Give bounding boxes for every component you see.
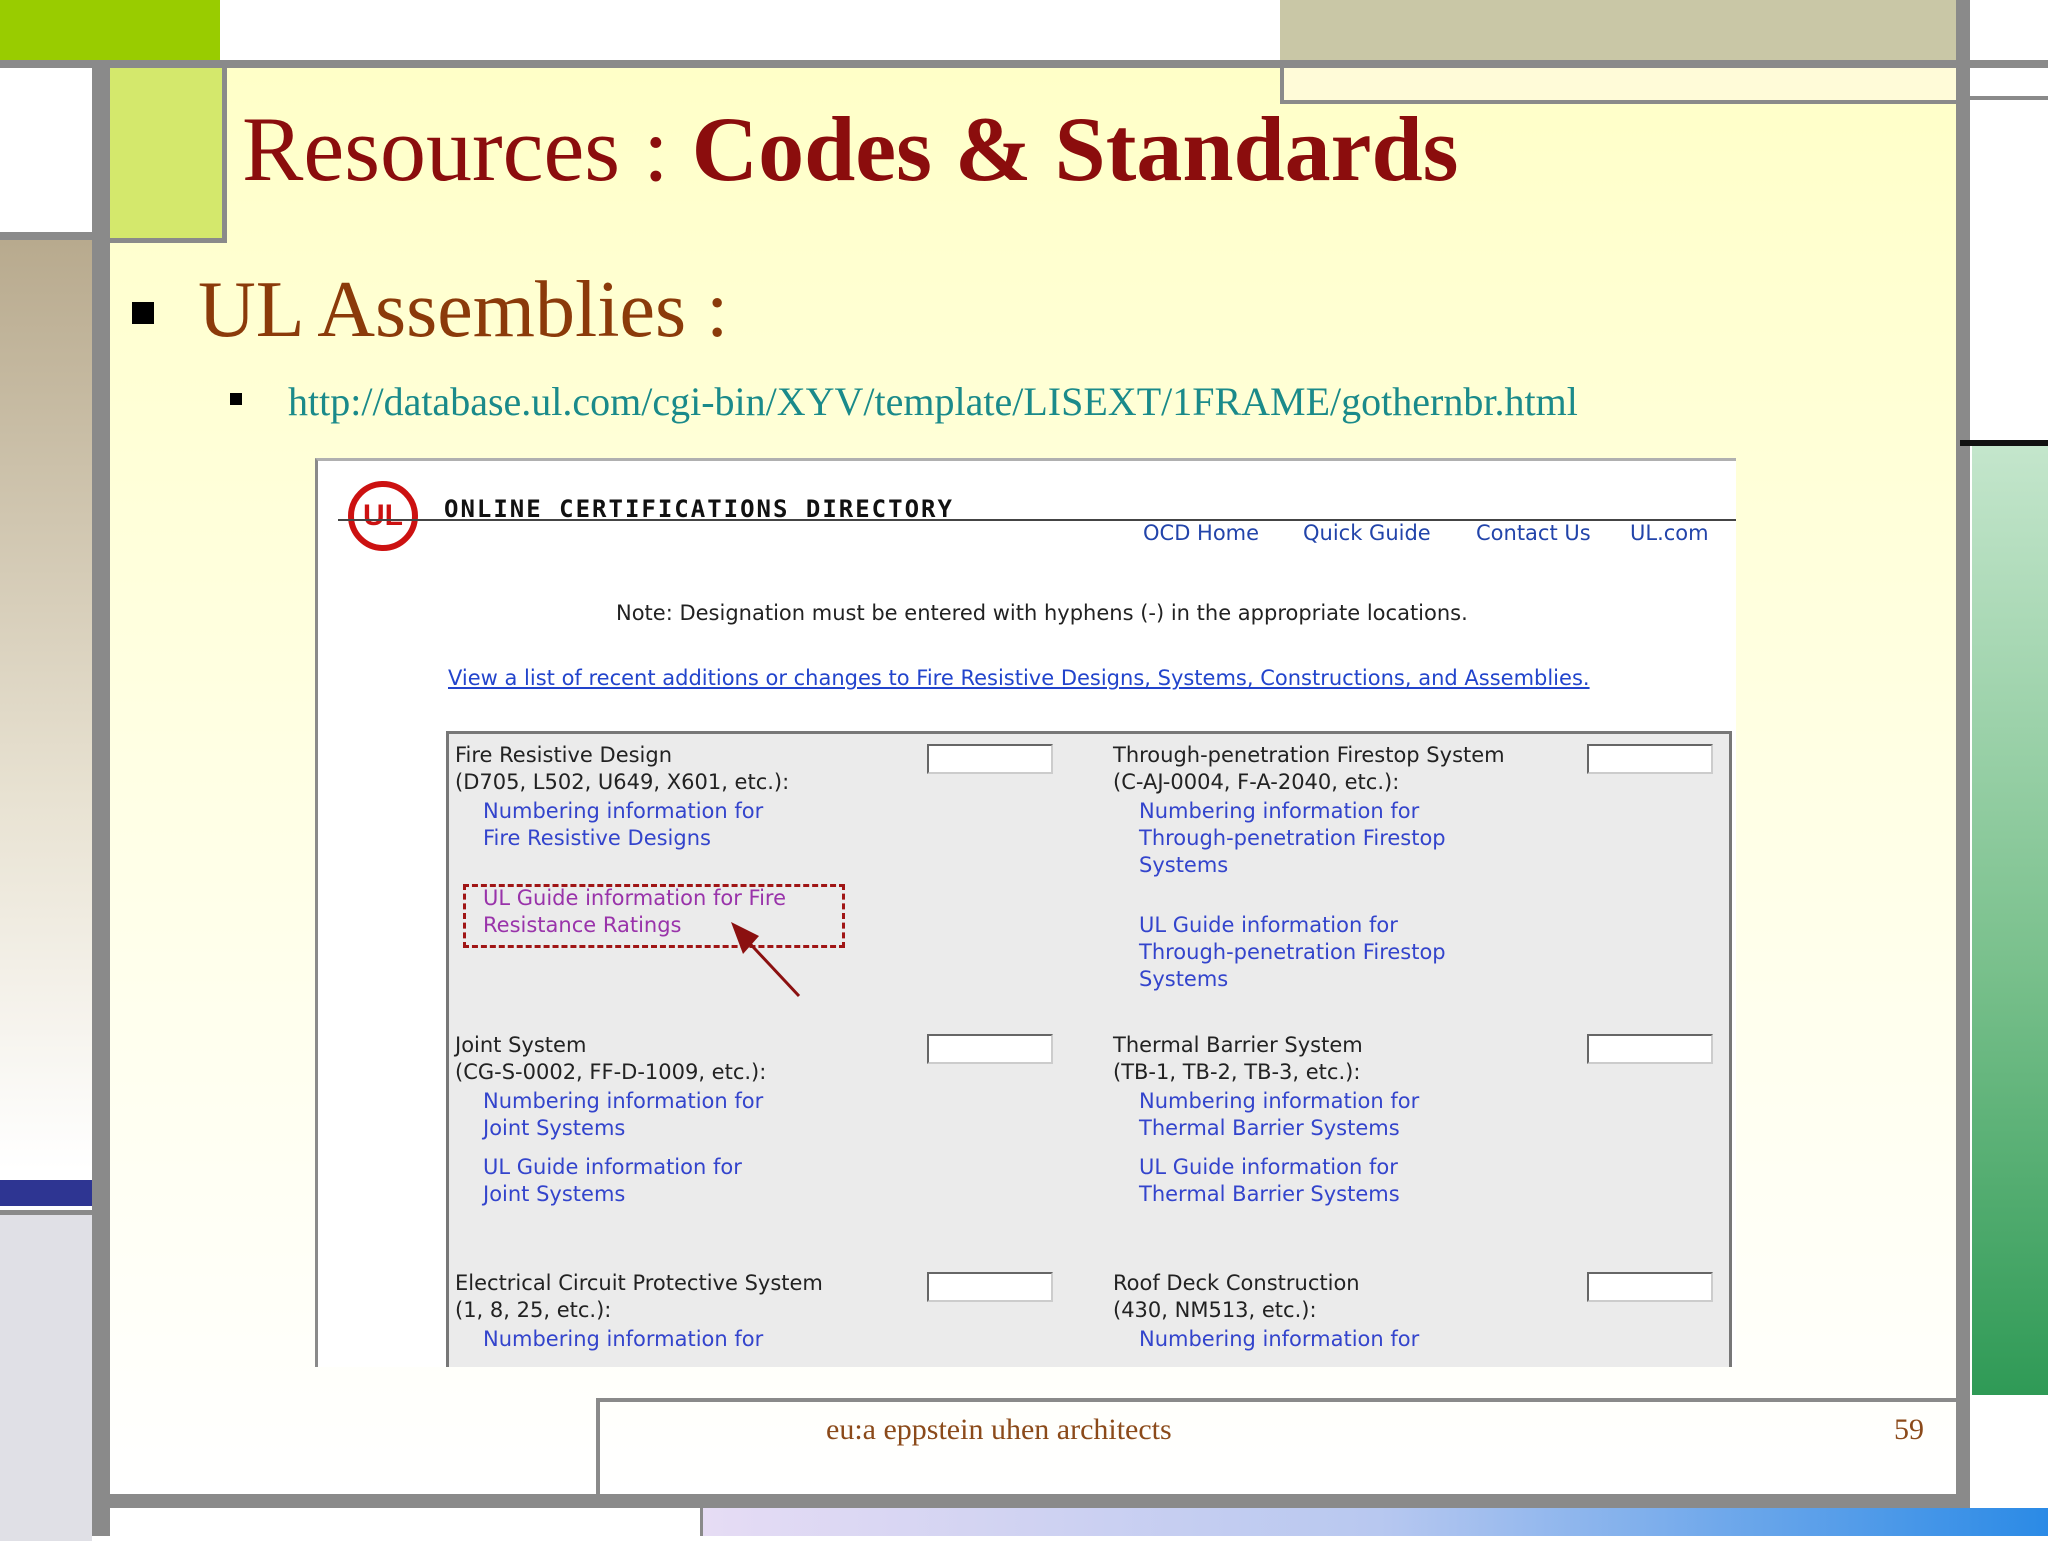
tb-guide-link[interactable]: UL Guide information for [1139, 1154, 1398, 1181]
roof-deck-input[interactable] [1587, 1272, 1713, 1302]
fire-resistive-examples: (D705, L502, U649, X601, etc.): [455, 770, 790, 794]
thermal-barrier-examples: (TB-1, TB-2, TB-3, etc.): [1113, 1060, 1361, 1084]
decor-left-rule [92, 66, 110, 1536]
tb-numbering-link[interactable]: Numbering information for [1139, 1088, 1419, 1115]
decor-tan-block [1280, 0, 1958, 66]
roof-deck-examples: (430, NM513, etc.): [1113, 1298, 1317, 1322]
joint-system-label: Joint System [455, 1033, 587, 1057]
decor-green-block [0, 0, 220, 66]
tp-numbering-link[interactable]: Numbering information for [1139, 798, 1419, 825]
ul-database-url[interactable]: http://database.ul.com/cgi-bin/XYV/templ… [288, 378, 1578, 425]
fire-resistive-input[interactable] [927, 744, 1053, 774]
through-penetration-label: Through-penetration Firestop System [1113, 743, 1505, 767]
thermal-barrier-label: Thermal Barrier System [1113, 1033, 1363, 1057]
designation-note: Note: Designation must be entered with h… [616, 601, 1468, 625]
electrical-circuit-label: Electrical Circuit Protective System [455, 1271, 823, 1295]
tp-guide-link-3[interactable]: Systems [1139, 966, 1228, 993]
fire-guide-link[interactable]: UL Guide information for Fire [483, 885, 786, 912]
joint-guide-link-2[interactable]: Joint Systems [483, 1181, 625, 1208]
electrical-circuit-examples: (1, 8, 25, etc.): [455, 1298, 612, 1322]
bullet-square-icon [132, 302, 154, 324]
joint-numbering-link[interactable]: Numbering information for [483, 1088, 763, 1115]
nav-ocd-home[interactable]: OCD Home [1143, 521, 1259, 545]
decor-bottom-gradient [700, 1508, 2048, 1536]
ul-logo: UL [348, 481, 418, 551]
search-panel: Fire Resistive Design (D705, L502, U649,… [446, 731, 1732, 1367]
decor-right-black-rule [1960, 440, 2048, 446]
footer-frame [596, 1398, 1960, 1498]
nav-ul-com[interactable]: UL.com [1630, 521, 1709, 545]
through-penetration-examples: (C-AJ-0004, F-A-2040, etc.): [1113, 770, 1400, 794]
tb-numbering-link-2[interactable]: Thermal Barrier Systems [1139, 1115, 1400, 1142]
fire-resistive-label: Fire Resistive Design [455, 743, 673, 767]
ul-directory-screenshot: UL ONLINE CERTIFICATIONS DIRECTORY OCD H… [315, 458, 1736, 1367]
fire-numbering-link-2[interactable]: Fire Resistive Designs [483, 825, 711, 852]
thermal-barrier-input[interactable] [1587, 1034, 1713, 1064]
tp-guide-link-2[interactable]: Through-penetration Firestop [1139, 939, 1446, 966]
bullet-ul-assemblies: UL Assemblies : [198, 266, 729, 354]
arrow-icon [731, 922, 801, 998]
tp-guide-link[interactable]: UL Guide information for [1139, 912, 1398, 939]
roof-numbering-link[interactable]: Numbering information for [1139, 1326, 1419, 1353]
bullet-small-square-icon [230, 393, 242, 405]
joint-system-input[interactable] [927, 1034, 1053, 1064]
joint-system-examples: (CG-S-0002, FF-D-1009, etc.): [455, 1060, 767, 1084]
nav-quick-guide[interactable]: Quick Guide [1303, 521, 1431, 545]
decor-blue-bar [0, 1180, 92, 1206]
nav-contact-us[interactable]: Contact Us [1476, 521, 1591, 545]
recent-additions-link[interactable]: View a list of recent additions or chang… [448, 666, 1590, 690]
electrical-numbering-link[interactable]: Numbering information for [483, 1326, 763, 1353]
slide-title: Resources : Codes & Standards [242, 96, 1459, 202]
tb-guide-link-2[interactable]: Thermal Barrier Systems [1139, 1181, 1400, 1208]
tp-numbering-link-3[interactable]: Systems [1139, 852, 1228, 879]
page-number: 59 [1894, 1413, 1924, 1446]
tp-numbering-link-2[interactable]: Through-penetration Firestop [1139, 825, 1446, 852]
decor-top-rule [0, 60, 1968, 68]
title-bold: Codes & Standards [691, 98, 1459, 200]
title-plain: Resources : [242, 98, 692, 200]
joint-guide-link[interactable]: UL Guide information for [483, 1154, 742, 1181]
through-penetration-input[interactable] [1587, 744, 1713, 774]
decor-right-rule [1956, 0, 1970, 1536]
joint-numbering-link-2[interactable]: Joint Systems [483, 1115, 625, 1142]
decor-lightgreen-block [110, 68, 227, 243]
decor-right-hrule [1970, 60, 2048, 68]
roof-deck-label: Roof Deck Construction [1113, 1271, 1360, 1295]
decor-right-hrule-2 [1970, 96, 2048, 100]
footer-firm-name: eu:a eppstein uhen architects [826, 1413, 1172, 1446]
fire-numbering-link[interactable]: Numbering information for [483, 798, 763, 825]
decor-left-hrule [0, 232, 92, 240]
fire-guide-link-2[interactable]: Resistance Ratings [483, 912, 682, 939]
decor-gray-left-block [0, 1210, 92, 1541]
electrical-circuit-input[interactable] [927, 1272, 1053, 1302]
decor-tan-left-block [0, 240, 92, 1170]
decor-green-right-block [1972, 445, 2048, 1395]
